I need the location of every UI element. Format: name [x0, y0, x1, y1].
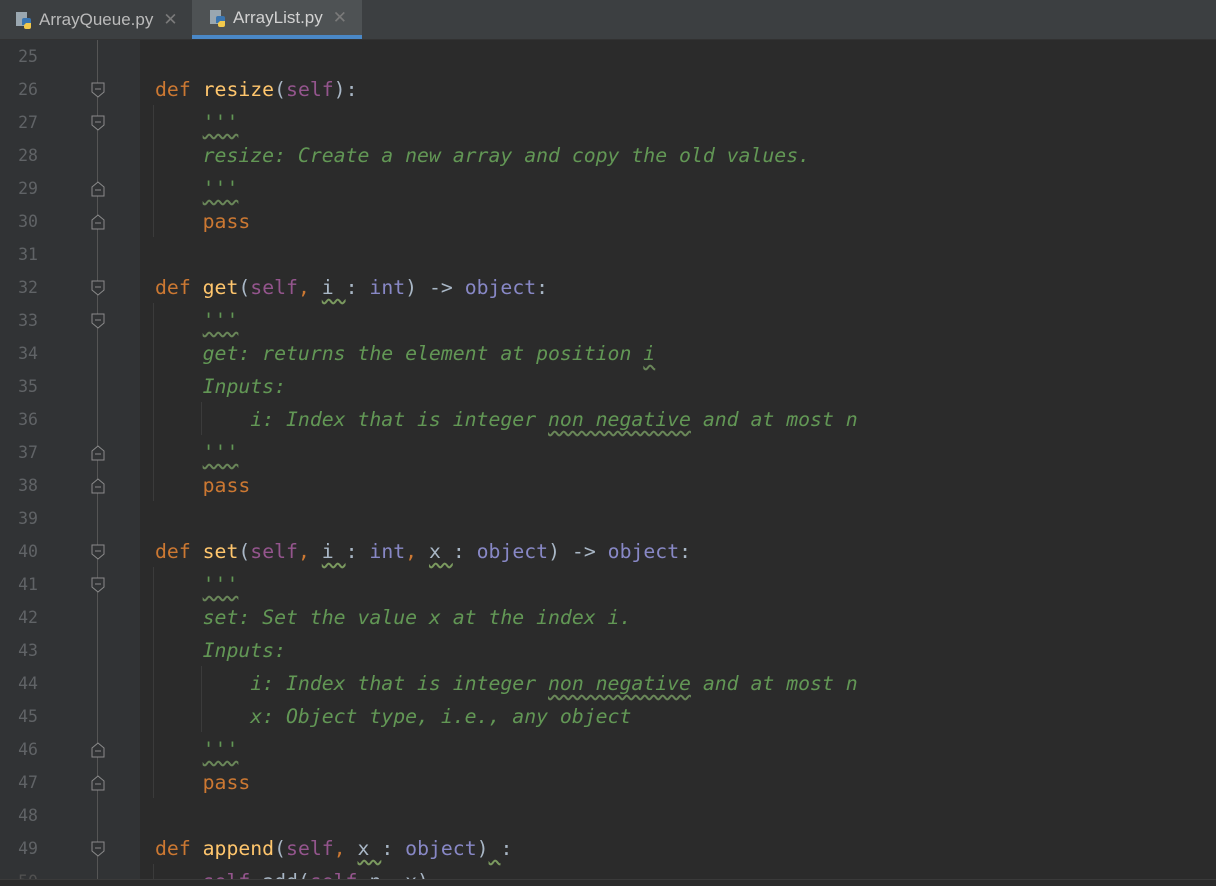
line-number: 41	[18, 575, 38, 594]
code-text: '''	[202, 441, 239, 464]
code-line: 29 '''	[0, 172, 1216, 205]
python-file-icon	[210, 9, 225, 27]
ide-window: ArrayQueue.py ✕ ArrayList.py ✕ 25 26 def…	[0, 0, 1216, 886]
line-number: 40	[18, 542, 38, 561]
code-line: 45 x: Object type, i.e., any object	[0, 700, 1216, 733]
code-line: 34 get: returns the element at position …	[0, 337, 1216, 370]
code-text: '''	[202, 573, 239, 596]
fold-marker-icon[interactable]	[91, 775, 105, 791]
code-text: set: Set the value x at the index i.	[202, 606, 632, 629]
fold-marker-icon[interactable]	[91, 478, 105, 494]
fold-marker-icon[interactable]	[91, 577, 105, 593]
code-line: 28 resize: Create a new array and copy t…	[0, 139, 1216, 172]
line-number: 39	[18, 509, 38, 528]
code-editor[interactable]: 25 26 def resize(self): 27 ''' 28 resize…	[0, 40, 1216, 886]
code-line: 35 Inputs:	[0, 370, 1216, 403]
line-number: 34	[18, 344, 38, 363]
line-number: 45	[18, 707, 38, 726]
line-number: 47	[18, 773, 38, 792]
code-line: 43 Inputs:	[0, 634, 1216, 667]
code-text: i: Index that is integer non negative an…	[250, 408, 858, 431]
code-line: 30 pass	[0, 205, 1216, 238]
code-line: 33 '''	[0, 304, 1216, 337]
code-line: 25	[0, 40, 1216, 73]
fold-marker-icon[interactable]	[91, 445, 105, 461]
code-text: resize: Create a new array and copy the …	[202, 144, 811, 167]
fold-marker-icon[interactable]	[91, 115, 105, 131]
fold-marker-icon[interactable]	[91, 742, 105, 758]
line-number: 30	[18, 212, 38, 231]
tab-label: ArrayQueue.py	[39, 9, 154, 29]
code-text: '''	[202, 738, 239, 761]
code-text: def get(self, i : int) -> object:	[155, 276, 549, 299]
code-text: def append(self, x : object) :	[155, 837, 513, 860]
code-line: 47 pass	[0, 766, 1216, 799]
code-line: 48	[0, 799, 1216, 832]
tab-label: ArrayList.py	[233, 7, 323, 27]
code-line: 44 i: Index that is integer non negative…	[0, 667, 1216, 700]
line-number: 29	[18, 179, 38, 198]
code-text: '''	[202, 177, 239, 200]
code-line: 31	[0, 238, 1216, 271]
code-text: '''	[202, 309, 239, 332]
fold-marker-icon[interactable]	[91, 214, 105, 230]
horizontal-scrollbar[interactable]	[0, 879, 1216, 886]
code-text: def set(self, i : int, x : object) -> ob…	[155, 540, 692, 563]
fold-marker-icon[interactable]	[91, 181, 105, 197]
line-number: 25	[18, 47, 38, 66]
line-number: 49	[18, 839, 38, 858]
code-line: 46 '''	[0, 733, 1216, 766]
fold-marker-icon[interactable]	[91, 841, 105, 857]
editor-tab-bar: ArrayQueue.py ✕ ArrayList.py ✕	[0, 0, 1216, 40]
line-number: 42	[18, 608, 38, 627]
code-line: 27 '''	[0, 106, 1216, 139]
code-text: pass	[202, 474, 251, 497]
line-number: 36	[18, 410, 38, 429]
code-text: def resize(self):	[155, 78, 358, 101]
line-number: 35	[18, 377, 38, 396]
line-number: 32	[18, 278, 38, 297]
code-line: 36 i: Index that is integer non negative…	[0, 403, 1216, 436]
code-text: '''	[202, 111, 239, 134]
line-number: 37	[18, 443, 38, 462]
line-number: 44	[18, 674, 38, 693]
tab-arraylist[interactable]: ArrayList.py ✕	[192, 0, 362, 39]
code-text: i: Index that is integer non negative an…	[250, 672, 858, 695]
line-number: 43	[18, 641, 38, 660]
line-number: 46	[18, 740, 38, 759]
code-text: get: returns the element at position i	[202, 342, 656, 365]
code-line: 41 '''	[0, 568, 1216, 601]
code-line: 49 def append(self, x : object) :	[0, 832, 1216, 865]
code-line: 38 pass	[0, 469, 1216, 502]
code-text: Inputs:	[202, 639, 287, 662]
fold-marker-icon[interactable]	[91, 313, 105, 329]
line-number: 28	[18, 146, 38, 165]
tab-arrayqueue[interactable]: ArrayQueue.py ✕	[0, 0, 192, 39]
line-number: 33	[18, 311, 38, 330]
code-line: 32 def get(self, i : int) -> object:	[0, 271, 1216, 304]
code-line: 39	[0, 502, 1216, 535]
fold-marker-icon[interactable]	[91, 544, 105, 560]
python-file-icon	[16, 11, 31, 29]
close-icon[interactable]: ✕	[333, 8, 347, 28]
code-text: pass	[202, 771, 251, 794]
code-line: 42 set: Set the value x at the index i.	[0, 601, 1216, 634]
code-text: x: Object type, i.e., any object	[250, 705, 632, 728]
code-line: 37 '''	[0, 436, 1216, 469]
line-number: 31	[18, 245, 38, 264]
line-number: 27	[18, 113, 38, 132]
code-line: 26 def resize(self):	[0, 73, 1216, 106]
code-text: Inputs:	[202, 375, 287, 398]
line-number: 26	[18, 80, 38, 99]
code-text: pass	[202, 210, 251, 233]
code-line: 40 def set(self, i : int, x : object) ->…	[0, 535, 1216, 568]
close-icon[interactable]: ✕	[163, 10, 177, 30]
line-number: 38	[18, 476, 38, 495]
line-number: 48	[18, 806, 38, 825]
fold-marker-icon[interactable]	[91, 82, 105, 98]
fold-marker-icon[interactable]	[91, 280, 105, 296]
